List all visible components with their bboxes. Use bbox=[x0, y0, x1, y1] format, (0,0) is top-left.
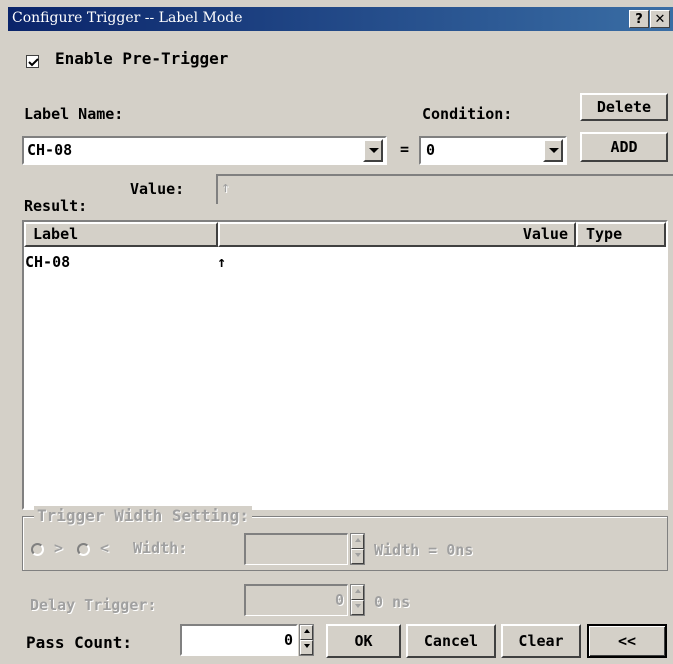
value-field[interactable]: ↑ bbox=[216, 174, 673, 204]
table-row[interactable]: CH-08 ↑ bbox=[24, 253, 666, 273]
clear-button[interactable]: Clear bbox=[501, 624, 581, 658]
condition-dropdown-button[interactable] bbox=[543, 139, 563, 162]
trigger-width-group-label: Trigger Width Setting: bbox=[34, 506, 252, 525]
result-list[interactable]: Label Value Type CH-08 ↑ bbox=[22, 220, 668, 510]
arrow-down-icon bbox=[355, 604, 361, 608]
condition-dropdown[interactable]: 0 bbox=[419, 136, 567, 165]
radio-less-label: < bbox=[100, 539, 110, 557]
label-name-value: CH-08 bbox=[27, 141, 73, 159]
pass-count-input[interactable]: 0 bbox=[180, 624, 298, 656]
arrow-down-icon bbox=[304, 644, 310, 648]
spin-up-button[interactable] bbox=[351, 534, 364, 549]
add-button[interactable]: ADD bbox=[580, 132, 668, 162]
ok-button[interactable]: OK bbox=[326, 624, 401, 658]
arrow-up-icon bbox=[304, 629, 310, 633]
cancel-button[interactable]: Cancel bbox=[406, 624, 496, 658]
arrow-up-icon bbox=[355, 589, 361, 593]
collapse-button[interactable]: << bbox=[587, 624, 667, 658]
value-field-text: ↑ bbox=[221, 178, 231, 196]
condition-label: Condition: bbox=[422, 105, 513, 123]
delay-trigger-value: 0 bbox=[334, 591, 344, 609]
chevron-down-icon bbox=[549, 148, 559, 153]
spin-up-button[interactable] bbox=[351, 585, 364, 600]
close-button[interactable]: ✕ bbox=[650, 10, 670, 28]
width-label: Width: bbox=[133, 539, 188, 557]
equals-sign: = bbox=[400, 140, 410, 158]
delay-trigger-label: Delay Trigger: bbox=[30, 596, 157, 614]
spin-down-button[interactable] bbox=[351, 600, 364, 615]
result-label: Result: bbox=[24, 197, 88, 215]
radio-greater[interactable] bbox=[31, 543, 44, 556]
column-header-label[interactable]: Label bbox=[24, 222, 218, 247]
label-name-label: Label Name: bbox=[24, 105, 124, 123]
arrow-up-icon bbox=[355, 538, 361, 542]
column-header-type[interactable]: Type bbox=[576, 222, 666, 247]
width-readout: Width = 0ns bbox=[374, 541, 474, 559]
delay-trigger-unit: 0 ns bbox=[374, 593, 411, 611]
pass-count-spinner[interactable] bbox=[299, 624, 314, 656]
spin-up-button[interactable] bbox=[300, 625, 313, 640]
column-header-value-text: Value bbox=[522, 225, 568, 243]
window-title: Configure Trigger -- Label Mode bbox=[12, 10, 243, 26]
delete-button[interactable]: Delete bbox=[580, 93, 668, 121]
row-value: ↑ bbox=[217, 253, 227, 271]
pass-count-value: 0 bbox=[283, 631, 293, 649]
row-label: CH-08 bbox=[25, 253, 71, 271]
checkmark-icon bbox=[28, 58, 39, 67]
column-header-label-text: Label bbox=[33, 225, 79, 243]
column-header-value[interactable]: Value bbox=[218, 222, 576, 247]
pass-count-label: Pass Count: bbox=[26, 633, 132, 652]
label-name-dropdown-button[interactable] bbox=[363, 139, 383, 162]
width-spinner[interactable] bbox=[350, 533, 365, 565]
spin-down-button[interactable] bbox=[300, 640, 313, 655]
help-button[interactable]: ? bbox=[629, 10, 649, 28]
chevron-down-icon bbox=[369, 148, 379, 153]
label-name-dropdown[interactable]: CH-08 bbox=[22, 136, 387, 165]
radio-greater-label: > bbox=[54, 539, 64, 557]
delay-spinner[interactable] bbox=[350, 584, 365, 616]
condition-value: 0 bbox=[426, 141, 436, 159]
spin-down-button[interactable] bbox=[351, 549, 364, 564]
column-header-type-text: Type bbox=[586, 225, 623, 243]
value-label: Value: bbox=[130, 180, 185, 198]
delay-trigger-input[interactable]: 0 bbox=[244, 584, 348, 616]
width-input[interactable] bbox=[244, 533, 348, 565]
pre-trigger-checkbox[interactable] bbox=[26, 55, 39, 68]
arrow-down-icon bbox=[355, 553, 361, 557]
radio-less[interactable] bbox=[77, 543, 90, 556]
pre-trigger-label[interactable]: Enable Pre-Trigger bbox=[55, 49, 228, 68]
